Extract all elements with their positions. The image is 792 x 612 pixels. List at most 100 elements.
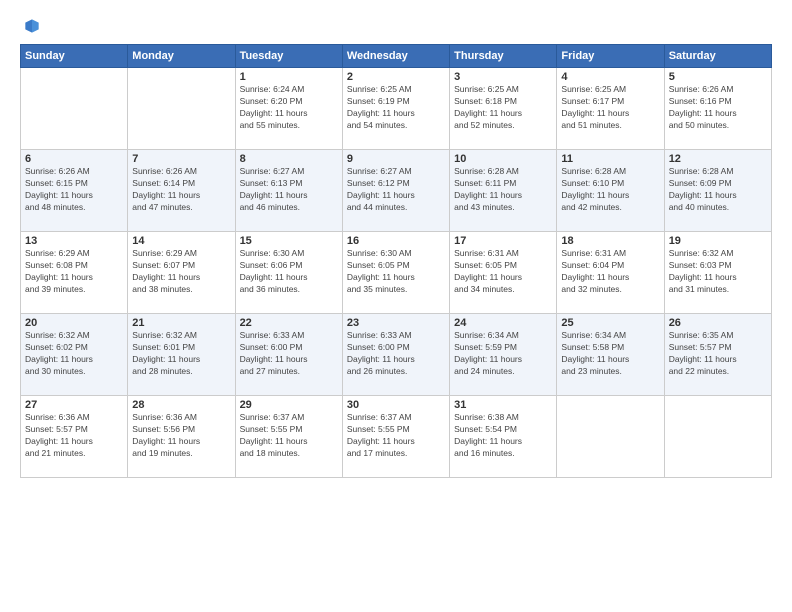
day-detail: Sunrise: 6:32 AM Sunset: 6:03 PM Dayligh…	[669, 248, 767, 296]
day-detail: Sunrise: 6:27 AM Sunset: 6:12 PM Dayligh…	[347, 166, 445, 214]
calendar-cell: 28Sunrise: 6:36 AM Sunset: 5:56 PM Dayli…	[128, 396, 235, 478]
day-number: 3	[454, 71, 552, 83]
day-detail: Sunrise: 6:29 AM Sunset: 6:08 PM Dayligh…	[25, 248, 123, 296]
calendar-cell: 30Sunrise: 6:37 AM Sunset: 5:55 PM Dayli…	[342, 396, 449, 478]
week-row-2: 6Sunrise: 6:26 AM Sunset: 6:15 PM Daylig…	[21, 150, 772, 232]
calendar-cell: 5Sunrise: 6:26 AM Sunset: 6:16 PM Daylig…	[664, 68, 771, 150]
day-number: 2	[347, 71, 445, 83]
day-number: 25	[561, 317, 659, 329]
day-number: 7	[132, 153, 230, 165]
header	[20, 16, 772, 34]
day-detail: Sunrise: 6:32 AM Sunset: 6:02 PM Dayligh…	[25, 330, 123, 378]
day-detail: Sunrise: 6:35 AM Sunset: 5:57 PM Dayligh…	[669, 330, 767, 378]
calendar-cell: 24Sunrise: 6:34 AM Sunset: 5:59 PM Dayli…	[450, 314, 557, 396]
day-detail: Sunrise: 6:37 AM Sunset: 5:55 PM Dayligh…	[240, 412, 338, 460]
calendar-cell: 10Sunrise: 6:28 AM Sunset: 6:11 PM Dayli…	[450, 150, 557, 232]
day-detail: Sunrise: 6:37 AM Sunset: 5:55 PM Dayligh…	[347, 412, 445, 460]
calendar-table: SundayMondayTuesdayWednesdayThursdayFrid…	[20, 44, 772, 478]
calendar-cell: 11Sunrise: 6:28 AM Sunset: 6:10 PM Dayli…	[557, 150, 664, 232]
calendar-cell	[21, 68, 128, 150]
day-number: 30	[347, 399, 445, 411]
calendar-cell: 29Sunrise: 6:37 AM Sunset: 5:55 PM Dayli…	[235, 396, 342, 478]
week-row-3: 13Sunrise: 6:29 AM Sunset: 6:08 PM Dayli…	[21, 232, 772, 314]
day-detail: Sunrise: 6:28 AM Sunset: 6:09 PM Dayligh…	[669, 166, 767, 214]
day-number: 11	[561, 153, 659, 165]
calendar-cell: 17Sunrise: 6:31 AM Sunset: 6:05 PM Dayli…	[450, 232, 557, 314]
calendar-cell: 18Sunrise: 6:31 AM Sunset: 6:04 PM Dayli…	[557, 232, 664, 314]
calendar-cell: 1Sunrise: 6:24 AM Sunset: 6:20 PM Daylig…	[235, 68, 342, 150]
calendar-cell: 12Sunrise: 6:28 AM Sunset: 6:09 PM Dayli…	[664, 150, 771, 232]
day-number: 20	[25, 317, 123, 329]
day-number: 4	[561, 71, 659, 83]
day-number: 10	[454, 153, 552, 165]
day-number: 21	[132, 317, 230, 329]
day-number: 12	[669, 153, 767, 165]
calendar-cell: 2Sunrise: 6:25 AM Sunset: 6:19 PM Daylig…	[342, 68, 449, 150]
day-number: 8	[240, 153, 338, 165]
header-row: SundayMondayTuesdayWednesdayThursdayFrid…	[21, 45, 772, 68]
calendar-cell: 8Sunrise: 6:27 AM Sunset: 6:13 PM Daylig…	[235, 150, 342, 232]
day-detail: Sunrise: 6:24 AM Sunset: 6:20 PM Dayligh…	[240, 84, 338, 132]
day-header-sunday: Sunday	[21, 45, 128, 68]
day-header-wednesday: Wednesday	[342, 45, 449, 68]
day-number: 5	[669, 71, 767, 83]
day-detail: Sunrise: 6:25 AM Sunset: 6:19 PM Dayligh…	[347, 84, 445, 132]
day-detail: Sunrise: 6:25 AM Sunset: 6:17 PM Dayligh…	[561, 84, 659, 132]
day-detail: Sunrise: 6:30 AM Sunset: 6:05 PM Dayligh…	[347, 248, 445, 296]
day-number: 19	[669, 235, 767, 247]
calendar-cell: 25Sunrise: 6:34 AM Sunset: 5:58 PM Dayli…	[557, 314, 664, 396]
logo-icon	[22, 16, 42, 36]
logo	[20, 16, 42, 34]
day-detail: Sunrise: 6:31 AM Sunset: 6:05 PM Dayligh…	[454, 248, 552, 296]
calendar-cell: 22Sunrise: 6:33 AM Sunset: 6:00 PM Dayli…	[235, 314, 342, 396]
day-header-monday: Monday	[128, 45, 235, 68]
calendar-cell: 15Sunrise: 6:30 AM Sunset: 6:06 PM Dayli…	[235, 232, 342, 314]
day-detail: Sunrise: 6:26 AM Sunset: 6:14 PM Dayligh…	[132, 166, 230, 214]
day-detail: Sunrise: 6:33 AM Sunset: 6:00 PM Dayligh…	[240, 330, 338, 378]
calendar-cell	[557, 396, 664, 478]
day-number: 18	[561, 235, 659, 247]
calendar-cell: 19Sunrise: 6:32 AM Sunset: 6:03 PM Dayli…	[664, 232, 771, 314]
day-number: 14	[132, 235, 230, 247]
day-number: 6	[25, 153, 123, 165]
day-number: 16	[347, 235, 445, 247]
day-detail: Sunrise: 6:38 AM Sunset: 5:54 PM Dayligh…	[454, 412, 552, 460]
calendar-cell: 9Sunrise: 6:27 AM Sunset: 6:12 PM Daylig…	[342, 150, 449, 232]
day-number: 31	[454, 399, 552, 411]
day-number: 23	[347, 317, 445, 329]
day-number: 26	[669, 317, 767, 329]
calendar-cell: 27Sunrise: 6:36 AM Sunset: 5:57 PM Dayli…	[21, 396, 128, 478]
day-number: 13	[25, 235, 123, 247]
calendar-cell: 7Sunrise: 6:26 AM Sunset: 6:14 PM Daylig…	[128, 150, 235, 232]
day-header-friday: Friday	[557, 45, 664, 68]
day-number: 1	[240, 71, 338, 83]
day-detail: Sunrise: 6:33 AM Sunset: 6:00 PM Dayligh…	[347, 330, 445, 378]
day-detail: Sunrise: 6:26 AM Sunset: 6:16 PM Dayligh…	[669, 84, 767, 132]
day-detail: Sunrise: 6:32 AM Sunset: 6:01 PM Dayligh…	[132, 330, 230, 378]
day-number: 22	[240, 317, 338, 329]
day-detail: Sunrise: 6:29 AM Sunset: 6:07 PM Dayligh…	[132, 248, 230, 296]
day-header-saturday: Saturday	[664, 45, 771, 68]
page: SundayMondayTuesdayWednesdayThursdayFrid…	[0, 0, 792, 612]
calendar-cell: 16Sunrise: 6:30 AM Sunset: 6:05 PM Dayli…	[342, 232, 449, 314]
calendar-cell: 3Sunrise: 6:25 AM Sunset: 6:18 PM Daylig…	[450, 68, 557, 150]
week-row-5: 27Sunrise: 6:36 AM Sunset: 5:57 PM Dayli…	[21, 396, 772, 478]
day-detail: Sunrise: 6:34 AM Sunset: 5:59 PM Dayligh…	[454, 330, 552, 378]
logo-top	[20, 16, 42, 36]
calendar-cell: 14Sunrise: 6:29 AM Sunset: 6:07 PM Dayli…	[128, 232, 235, 314]
day-number: 17	[454, 235, 552, 247]
day-detail: Sunrise: 6:26 AM Sunset: 6:15 PM Dayligh…	[25, 166, 123, 214]
calendar-cell	[664, 396, 771, 478]
day-header-thursday: Thursday	[450, 45, 557, 68]
day-number: 28	[132, 399, 230, 411]
day-detail: Sunrise: 6:27 AM Sunset: 6:13 PM Dayligh…	[240, 166, 338, 214]
day-number: 29	[240, 399, 338, 411]
day-detail: Sunrise: 6:36 AM Sunset: 5:56 PM Dayligh…	[132, 412, 230, 460]
calendar-cell: 20Sunrise: 6:32 AM Sunset: 6:02 PM Dayli…	[21, 314, 128, 396]
day-detail: Sunrise: 6:30 AM Sunset: 6:06 PM Dayligh…	[240, 248, 338, 296]
calendar-cell: 23Sunrise: 6:33 AM Sunset: 6:00 PM Dayli…	[342, 314, 449, 396]
calendar-cell: 4Sunrise: 6:25 AM Sunset: 6:17 PM Daylig…	[557, 68, 664, 150]
calendar-cell: 21Sunrise: 6:32 AM Sunset: 6:01 PM Dayli…	[128, 314, 235, 396]
day-number: 9	[347, 153, 445, 165]
day-number: 24	[454, 317, 552, 329]
